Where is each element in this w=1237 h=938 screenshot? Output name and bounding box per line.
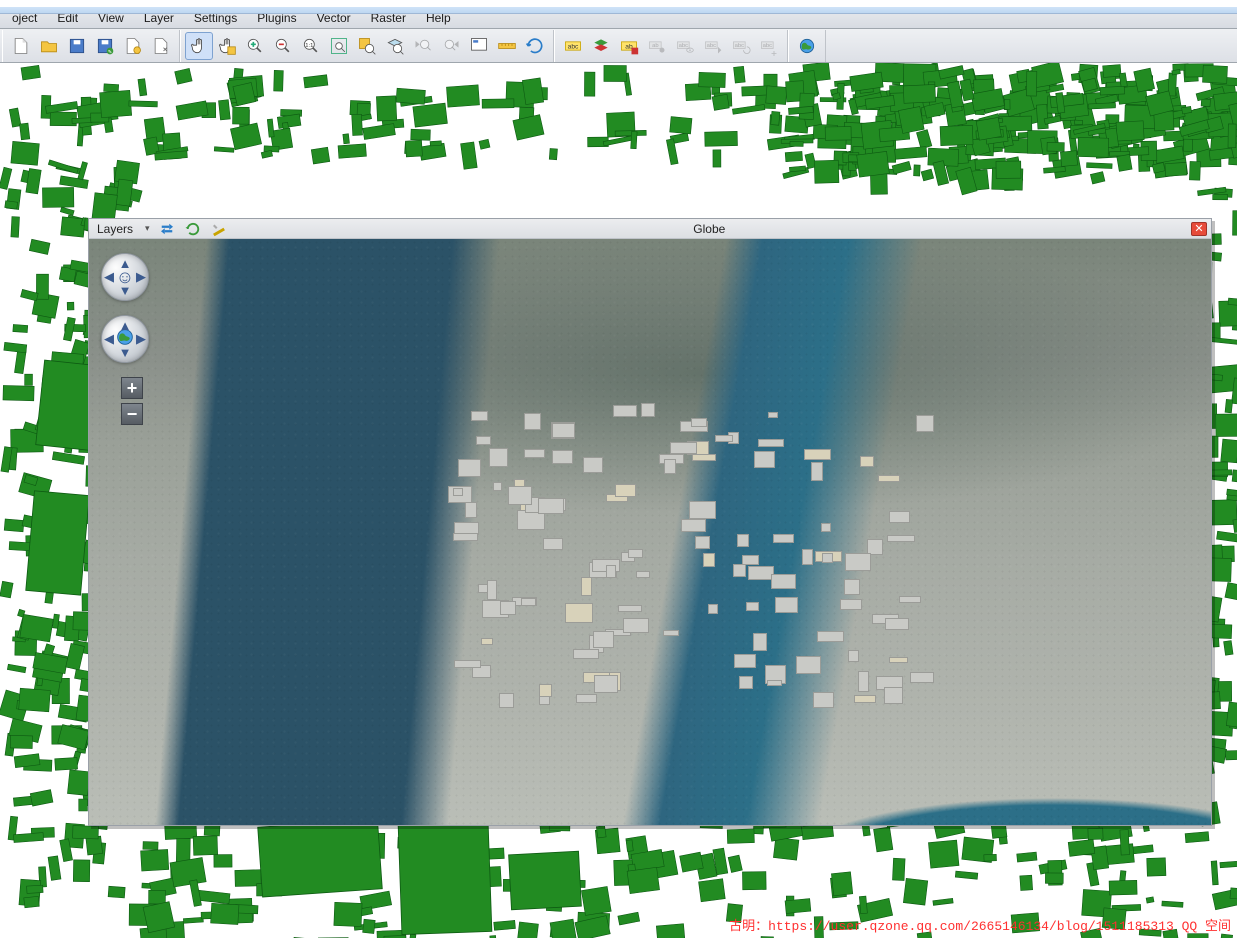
zoom-full-icon[interactable] <box>325 32 353 60</box>
globe-title: Globe <box>228 222 1191 236</box>
map-tips-icon[interactable] <box>465 32 493 60</box>
svg-text:abc: abc <box>568 43 579 50</box>
zoom-in-button[interactable]: + <box>121 377 143 399</box>
sync-extents-icon[interactable] <box>158 220 176 238</box>
zoom-next-icon[interactable] <box>437 32 465 60</box>
label-move-icon[interactable]: abc <box>699 32 727 60</box>
globe-settings-icon[interactable] <box>210 220 228 238</box>
layers-dropdown-label[interactable]: Layers <box>97 222 137 236</box>
refresh-icon[interactable] <box>521 32 549 60</box>
svg-text:ab: ab <box>652 42 658 48</box>
save-project-as-icon[interactable]: ✎ <box>91 32 119 60</box>
refresh-globe-icon[interactable] <box>184 220 202 238</box>
zoom-selection-icon[interactable] <box>353 32 381 60</box>
map-canvas[interactable]: Layers ▾ Globe ✕ ▲▼◀▶ ☺ ▲▼◀▶ + − <box>0 63 1237 938</box>
zoom-in-icon[interactable] <box>241 32 269 60</box>
svg-text:✎: ✎ <box>108 49 112 55</box>
zoom-last-icon[interactable] <box>409 32 437 60</box>
toolbar-group-label: abc ab ab abc abc abc abc <box>554 30 788 62</box>
composer-manager-icon[interactable] <box>147 32 175 60</box>
3d-buildings <box>448 403 919 696</box>
label-diagram-icon[interactable]: ab <box>615 32 643 60</box>
new-print-composer-icon[interactable] <box>119 32 147 60</box>
svg-text:abc: abc <box>707 42 716 48</box>
svg-text:abc: abc <box>735 42 744 48</box>
svg-text:abc: abc <box>679 42 688 48</box>
label-show-icon[interactable]: abc <box>671 32 699 60</box>
globe-titlebar[interactable]: Layers ▾ Globe ✕ <box>89 219 1211 239</box>
label-layer-icon[interactable] <box>587 32 615 60</box>
zoom-out-button[interactable]: − <box>121 403 143 425</box>
globe-close-button[interactable]: ✕ <box>1191 222 1207 236</box>
toolbar-group-file: ✎ <box>2 30 180 62</box>
zoom-layer-icon[interactable] <box>381 32 409 60</box>
new-project-icon[interactable] <box>7 32 35 60</box>
globe-3d-view[interactable]: ▲▼◀▶ ☺ ▲▼◀▶ + − <box>89 239 1211 825</box>
watermark-text: 古明：https://user.qzone.qq.com/2665146134/… <box>729 915 1231 934</box>
main-toolbar: ✎ 1:1 abc ab ab abc abc abc abc <box>0 29 1237 63</box>
zoom-out-icon[interactable] <box>269 32 297 60</box>
label-pin-icon[interactable]: ab <box>643 32 671 60</box>
street-view-nav[interactable]: ▲▼◀▶ ☺ <box>101 253 149 301</box>
label-single-icon[interactable]: abc <box>559 32 587 60</box>
zoom-control: + − <box>121 377 143 425</box>
globe-icon[interactable] <box>793 32 821 60</box>
save-project-icon[interactable] <box>63 32 91 60</box>
toolbar-group-navigation: 1:1 <box>180 30 554 62</box>
globe-panel[interactable]: Layers ▾ Globe ✕ ▲▼◀▶ ☺ ▲▼◀▶ + − <box>88 218 1212 826</box>
label-change-icon[interactable]: abc <box>755 32 783 60</box>
window-titlebar-fragment <box>0 7 1237 14</box>
label-rotate-icon[interactable]: abc <box>727 32 755 60</box>
svg-text:abc: abc <box>763 42 772 48</box>
pan-to-selection-icon[interactable] <box>213 32 241 60</box>
zoom-native-icon[interactable]: 1:1 <box>297 32 325 60</box>
pan-icon[interactable] <box>185 32 213 60</box>
toolbar-group-globe <box>788 30 826 62</box>
open-project-icon[interactable] <box>35 32 63 60</box>
rotate-globe-nav[interactable]: ▲▼◀▶ <box>101 315 149 363</box>
measure-icon[interactable] <box>493 32 521 60</box>
svg-text:1:1: 1:1 <box>305 42 313 48</box>
